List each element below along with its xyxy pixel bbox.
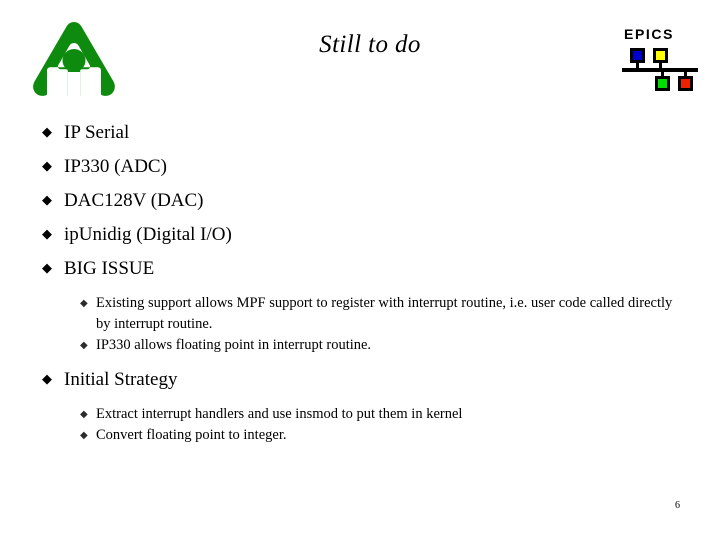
bullet-item-dac128v: ◆ DAC128V (DAC) <box>0 184 720 218</box>
bullet-marker-icon: ◆ <box>42 159 52 174</box>
bullet-marker-icon: ◆ <box>42 227 52 242</box>
slide-body: ◆ IP Serial ◆ IP330 (ADC) ◆ DAC128V (DAC… <box>0 116 720 446</box>
page-number: 6 <box>675 500 680 511</box>
triangle-inner-circle <box>62 49 86 72</box>
bullet-text: IP330 (ADC) <box>64 156 167 177</box>
subbullet-marker-icon: ◆ <box>80 409 88 420</box>
bullet-text: BIG ISSUE <box>64 258 155 279</box>
node-yellow-fill <box>656 51 665 60</box>
slide-canvas: Still to do EPICS ◆ IP Serial ◆ IP330 (A… <box>0 0 720 540</box>
bullet-text: DAC128V (DAC) <box>64 190 204 211</box>
subbullet-marker-icon: ◆ <box>80 430 88 441</box>
subbullet-item-existing-support: ◆ Existing support allows MPF support to… <box>0 293 720 335</box>
bullet-item-ip330: ◆ IP330 (ADC) <box>0 150 720 184</box>
argonne-triangle-logo <box>31 20 117 98</box>
triangle-bottom-notch <box>67 72 81 96</box>
bullet-marker-icon: ◆ <box>42 193 52 208</box>
node-green-fill <box>658 79 667 88</box>
node-blue-fill <box>633 51 642 60</box>
node-yellow-icon <box>653 48 668 63</box>
bullet-text: ipUnidig (Digital I/O) <box>64 224 232 245</box>
node-red-icon <box>678 76 693 91</box>
bullet-marker-icon: ◆ <box>42 261 52 276</box>
bullet-marker-icon: ◆ <box>42 372 52 387</box>
epics-logo: EPICS <box>620 26 704 92</box>
subbullet-text: Existing support allows MPF support to r… <box>96 295 673 332</box>
node-red-fill <box>681 79 690 88</box>
subbullet-text: IP330 allows floating point in interrupt… <box>96 337 372 353</box>
bullet-item-initial-strategy: ◆ Initial Strategy <box>0 363 720 397</box>
node-green-icon <box>655 76 670 91</box>
bullet-item-ip-serial: ◆ IP Serial <box>0 116 720 150</box>
subbullet-item-extract-handlers: ◆ Extract interrupt handlers and use ins… <box>0 404 720 425</box>
bullet-item-big-issue: ◆ BIG ISSUE <box>0 252 720 286</box>
bullet-text: Initial Strategy <box>64 369 178 390</box>
bullet-item-ipunidig: ◆ ipUnidig (Digital I/O) <box>0 218 720 252</box>
bullet-text: IP Serial <box>64 122 130 143</box>
epics-wordmark: EPICS <box>624 26 675 42</box>
subbullet-text: Convert floating point to integer. <box>96 427 287 443</box>
subbullet-item-convert-float: ◆ Convert floating point to integer. <box>0 425 720 446</box>
subbullet-item-ip330-floating-point: ◆ IP330 allows floating point in interru… <box>0 335 720 356</box>
subbullet-marker-icon: ◆ <box>80 340 88 351</box>
bullet-marker-icon: ◆ <box>42 125 52 140</box>
epics-network-diagram <box>620 48 704 92</box>
subbullet-marker-icon: ◆ <box>80 298 88 309</box>
page-title: Still to do <box>319 31 421 58</box>
subbullet-text: Extract interrupt handlers and use insmo… <box>96 406 463 422</box>
node-blue-icon <box>630 48 645 63</box>
